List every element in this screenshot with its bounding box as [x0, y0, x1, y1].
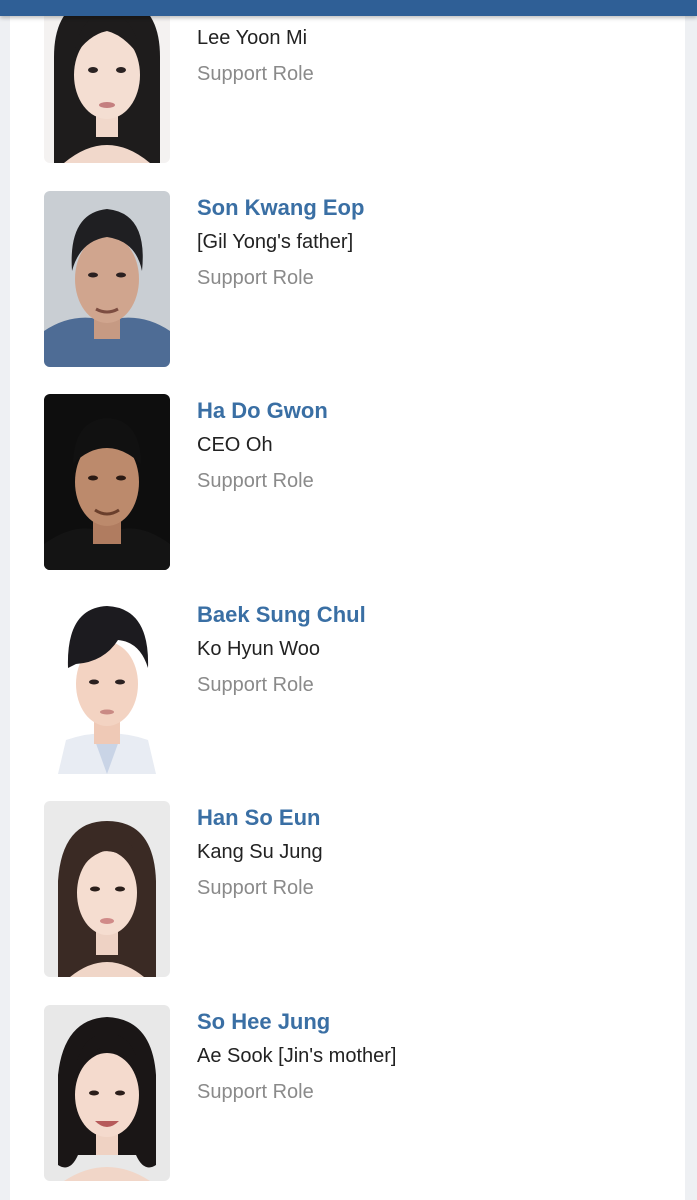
- role-type-label: Support Role: [197, 470, 314, 492]
- top-app-bar: [0, 0, 697, 16]
- portrait-photo-icon: [44, 0, 170, 163]
- portrait-photo-icon: [44, 394, 170, 570]
- character-name: [Gil Yong's father]: [197, 231, 354, 253]
- actor-photo[interactable]: [44, 191, 170, 367]
- portrait-photo-icon: [44, 801, 170, 977]
- character-name: Ko Hyun Woo: [197, 638, 321, 660]
- role-type-label: Support Role: [197, 1081, 314, 1103]
- portrait-photo-icon: [44, 598, 170, 774]
- actor-photo[interactable]: [44, 1005, 170, 1181]
- role-type-label: Support Role: [197, 267, 314, 289]
- character-name: CEO Oh: [197, 434, 273, 456]
- cast-card: Lee Yoon Mi Support Role Son Kwang Eop […: [10, 0, 685, 1200]
- cast-list: Lee Yoon Mi Support Role Son Kwang Eop […: [10, 0, 685, 1200]
- actor-name-link[interactable]: Son Kwang Eop: [197, 195, 364, 221]
- cast-item[interactable]: Lee Yoon Mi Support Role: [10, 0, 685, 163]
- cast-item[interactable]: So Hee Jung Ae Sook [Jin's mother] Suppo…: [10, 1005, 685, 1181]
- actor-photo[interactable]: [44, 801, 170, 977]
- portrait-photo-icon: [44, 191, 170, 367]
- cast-item[interactable]: Han So Eun Kang Su Jung Support Role: [10, 801, 685, 977]
- actor-photo[interactable]: [44, 394, 170, 570]
- cast-item[interactable]: Ha Do Gwon CEO Oh Support Role: [10, 394, 685, 570]
- portrait-photo-icon: [44, 1005, 170, 1181]
- actor-name-link[interactable]: So Hee Jung: [197, 1009, 330, 1035]
- actor-name-link[interactable]: Baek Sung Chul: [197, 602, 366, 628]
- character-name: Lee Yoon Mi: [197, 27, 308, 49]
- cast-item[interactable]: Son Kwang Eop [Gil Yong's father] Suppor…: [10, 191, 685, 367]
- actor-photo[interactable]: [44, 0, 170, 163]
- actor-name-link[interactable]: Han So Eun: [197, 805, 320, 831]
- actor-name-link[interactable]: Ha Do Gwon: [197, 398, 328, 424]
- character-name: Kang Su Jung: [197, 841, 323, 863]
- actor-photo[interactable]: [44, 598, 170, 774]
- character-name: Ae Sook [Jin's mother]: [197, 1045, 397, 1067]
- role-type-label: Support Role: [197, 63, 314, 85]
- role-type-label: Support Role: [197, 877, 314, 899]
- cast-item[interactable]: Baek Sung Chul Ko Hyun Woo Support Role: [10, 598, 685, 774]
- role-type-label: Support Role: [197, 674, 314, 696]
